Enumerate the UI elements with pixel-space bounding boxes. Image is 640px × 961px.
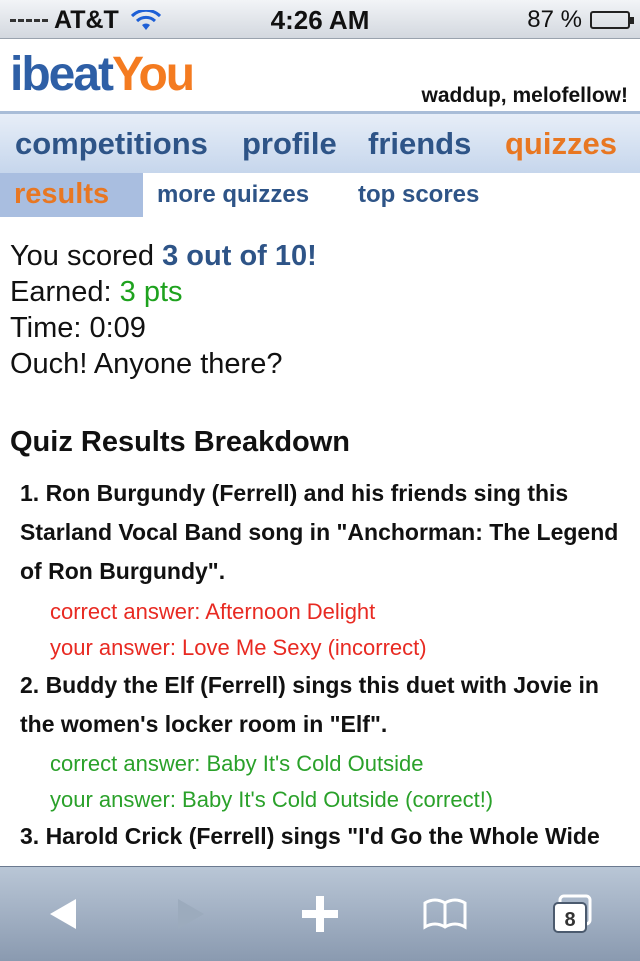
battery-icon: [590, 11, 634, 29]
logo-part1: ibeat: [10, 48, 114, 101]
site-header: ibeatYou waddup, melofellow!: [0, 39, 640, 114]
breakdown-title: Quiz Results Breakdown: [10, 426, 351, 458]
battery-percent: 87 %: [527, 6, 582, 33]
tabs-button[interactable]: 8: [532, 867, 612, 961]
question-2: 2. Buddy the Elf (Ferrell) sings this du…: [20, 672, 599, 737]
question-1: 1. Ron Burgundy (Ferrell) and his friend…: [20, 480, 619, 584]
time-line: Time: 0:09: [10, 312, 146, 344]
tab-results[interactable]: results: [0, 173, 143, 217]
tabs-icon: 8: [553, 894, 592, 933]
nav-friends[interactable]: friends: [368, 126, 471, 162]
forward-button[interactable]: [150, 867, 230, 961]
browser-toolbar: 8: [0, 866, 640, 961]
bookmarks-button[interactable]: [405, 867, 485, 961]
score-comment: Ouch! Anyone there?: [10, 348, 283, 380]
tab-top-scores[interactable]: top scores: [358, 181, 479, 209]
forward-arrow-icon: [178, 899, 204, 929]
tabs-count: 8: [564, 909, 575, 931]
q1-correct-answer: correct answer: Afternoon Delight: [50, 599, 376, 624]
nav-profile[interactable]: profile: [242, 126, 337, 162]
site-logo[interactable]: ibeatYou: [10, 47, 195, 102]
tab-more-quizzes[interactable]: more quizzes: [157, 181, 309, 209]
main-nav: competitions profile friends quizzes: [0, 114, 640, 173]
score-prefix: You scored: [10, 240, 155, 272]
sub-nav: results more quizzes top scores: [0, 173, 640, 217]
tab-results-label: results: [14, 178, 110, 210]
plus-icon: [302, 896, 338, 932]
book-icon: [423, 898, 467, 930]
status-bar: AT&T 4:26 AM 87 %: [0, 0, 640, 39]
earned-line: Earned: 3 pts: [10, 274, 630, 310]
q1-your-answer: your answer: Love Me Sexy (incorrect): [50, 635, 427, 660]
battery-group: 87 %: [527, 6, 634, 34]
score-summary: You scored 3 out of 10! Earned: 3 pts Ti…: [10, 238, 630, 382]
earned-label: Earned:: [10, 276, 112, 308]
back-arrow-icon: [50, 899, 76, 929]
score-value: 3 out of 10!: [162, 240, 317, 272]
logo-part2: You: [112, 48, 195, 101]
nav-competitions[interactable]: competitions: [15, 126, 208, 162]
nav-quizzes[interactable]: quizzes: [505, 126, 617, 162]
user-greeting: waddup, melofellow!: [421, 84, 628, 107]
add-bookmark-button[interactable]: [280, 867, 360, 961]
q2-correct-answer: correct answer: Baby It's Cold Outside: [50, 751, 424, 776]
earned-value: 3 pts: [119, 276, 183, 308]
score-line: You scored 3 out of 10!: [10, 238, 630, 274]
q2-your-answer: your answer: Baby It's Cold Outside (cor…: [50, 787, 494, 812]
back-button[interactable]: [24, 867, 104, 961]
